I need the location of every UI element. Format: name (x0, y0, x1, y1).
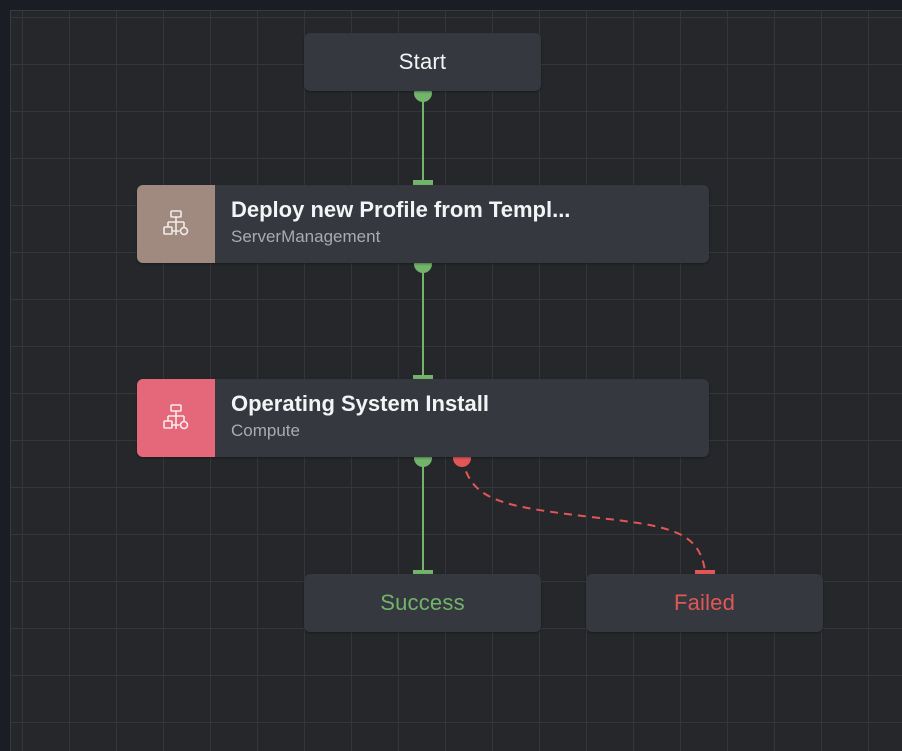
os-install-node[interactable]: Operating System Install Compute (137, 379, 709, 457)
deploy-title: Deploy new Profile from Templ... (231, 197, 571, 222)
failed-label: Failed (673, 590, 736, 615)
workflow-icon (163, 404, 189, 430)
os-install-title: Operating System Install (231, 391, 489, 416)
success-node[interactable]: Success (304, 574, 541, 632)
success-label: Success (380, 590, 465, 615)
failed-node[interactable]: Failed (586, 574, 823, 632)
deploy-profile-node[interactable]: Deploy new Profile from Templ... ServerM… (137, 185, 709, 263)
workflow-icon (163, 210, 189, 236)
deploy-subtitle: ServerManagement (231, 227, 381, 246)
start-label: Start (398, 49, 447, 74)
os-install-icon-box (137, 379, 215, 457)
workflow-canvas[interactable]: Start Deploy new Profile from Templ... S… (10, 10, 902, 751)
start-node[interactable]: Start (304, 33, 541, 91)
deploy-icon-box (137, 185, 215, 263)
link-os-failed (461, 457, 706, 572)
os-install-subtitle: Compute (231, 421, 300, 440)
